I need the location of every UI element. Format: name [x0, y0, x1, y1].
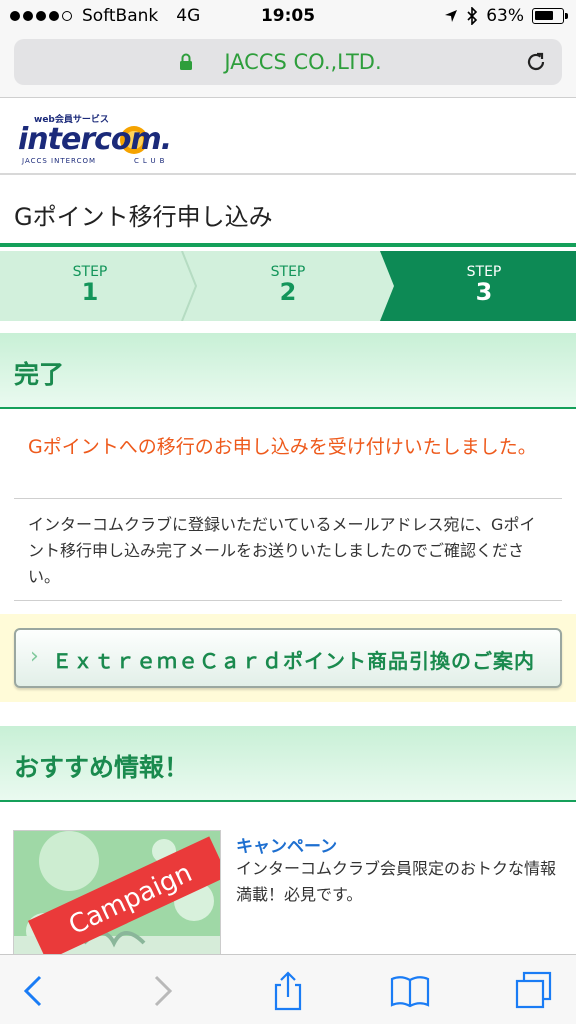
status-bar: SoftBank 4G 19:05 63% — [0, 0, 576, 34]
divider — [14, 600, 562, 601]
campaign-image[interactable]: Campaign — [13, 830, 221, 960]
svg-text:JACCS INTERCOM: JACCS INTERCOM — [21, 157, 96, 165]
site-header: web会員サービス intercom. JACCS INTERCOM CLUB — [0, 99, 576, 175]
recommend-heading: おすすめ情報！ — [14, 753, 190, 782]
extremecard-guide-label: ＥｘｔｒｅｍｅＣａｒｄポイント商品引換のご案内 — [52, 649, 535, 673]
divider — [14, 498, 562, 499]
step-2: STEP 2 — [270, 264, 306, 306]
forward-icon[interactable] — [142, 971, 182, 1011]
url-host: JACCS CO.,LTD. — [224, 50, 382, 74]
step-3-current: STEP 3 — [466, 264, 502, 306]
address-bar[interactable]: JACCS CO.,LTD. — [14, 39, 562, 85]
browser-toolbar — [0, 954, 576, 1024]
page-title: Gポイント移行申し込み — [14, 203, 273, 231]
battery-percent: 63% — [486, 6, 524, 26]
card-guide-box: › ＥｘｔｒｅｍｅＣａｒｄポイント商品引換のご案内 — [0, 614, 576, 702]
campaign-link[interactable]: キャンペーン — [236, 832, 337, 857]
page-title-bar: Gポイント移行申し込み — [0, 177, 576, 247]
reload-icon[interactable] — [524, 50, 548, 74]
location-icon — [445, 10, 458, 22]
extremecard-guide-button[interactable]: › ＥｘｔｒｅｍｅＣａｒｄポイント商品引換のご案内 — [14, 628, 562, 688]
battery-icon — [532, 8, 568, 24]
complete-heading: 完了 — [14, 360, 65, 389]
tabs-icon[interactable] — [514, 971, 554, 1011]
complete-body-text: インターコムクラブに登録いただいているメールアドレス宛に、Gポイント移行申し込み… — [28, 515, 536, 586]
bookmarks-icon[interactable] — [390, 971, 430, 1011]
browser-address-area: JACCS CO.,LTD. — [0, 34, 576, 98]
svg-text:CLUB: CLUB — [134, 157, 168, 165]
campaign-description: インターコムクラブ会員限定のおトクな情報満載！必見です。 — [236, 859, 557, 904]
back-icon[interactable] — [14, 971, 54, 1011]
chevron-right-icon: › — [30, 644, 39, 669]
step-indicator: STEP 1 STEP 2 STEP 3 — [0, 251, 576, 321]
intercom-logo[interactable]: web会員サービス intercom. JACCS INTERCOM CLUB — [16, 111, 192, 167]
svg-text:intercom.: intercom. — [18, 122, 171, 157]
bluetooth-icon — [467, 7, 478, 25]
share-icon[interactable] — [268, 971, 308, 1011]
complete-heading-bar: 完了 — [0, 333, 576, 409]
complete-message: Gポイントへの移行のお申し込みを受け付けいたしました。 — [28, 436, 537, 458]
step-1: STEP 1 — [72, 264, 108, 306]
recommend-heading-bar: おすすめ情報！ — [0, 726, 576, 802]
